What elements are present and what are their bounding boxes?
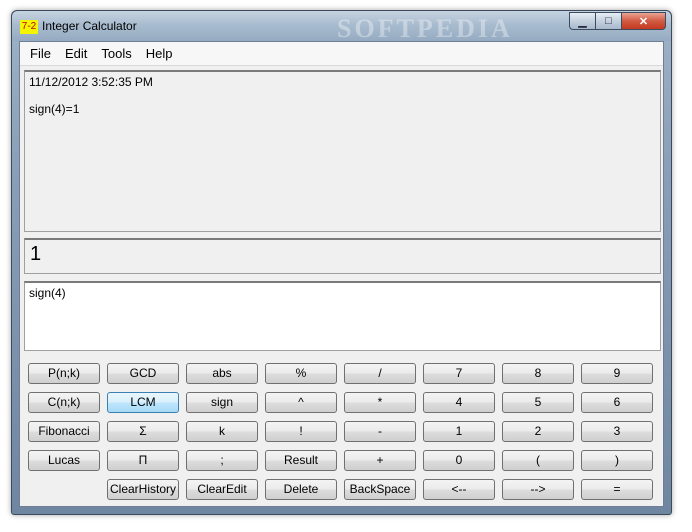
key-result-button[interactable]: Result [265, 450, 337, 471]
minimize-icon: ▁ [578, 15, 587, 28]
close-button[interactable]: ✕ [621, 12, 666, 30]
key-multiply-button[interactable]: * [344, 392, 416, 413]
key-right-arrow-button[interactable]: --> [502, 479, 574, 500]
key-digit-9-button[interactable]: 9 [581, 363, 653, 384]
key-factorial-button[interactable]: ! [265, 421, 337, 442]
key-lucas-button[interactable]: Lucas [28, 450, 100, 471]
key-digit-2-button[interactable]: 2 [502, 421, 574, 442]
key-permutation-button[interactable]: P(n;k) [28, 363, 100, 384]
client-area: File Edit Tools Help 11/12/2012 3:52:35 … [19, 41, 664, 507]
key-percent-button[interactable]: % [265, 363, 337, 384]
key-close-paren-button[interactable]: ) [581, 450, 653, 471]
title-bar[interactable]: 7-2 Integer Calculator SOFTPEDIA ▁ □ ✕ [12, 11, 671, 43]
expression-input[interactable]: sign(4) [24, 281, 661, 351]
key-sum-button[interactable]: Σ [107, 421, 179, 442]
key-delete-button[interactable]: Delete [265, 479, 337, 500]
history-timestamp: 11/12/2012 3:52:35 PM [29, 75, 153, 89]
key-digit-1-button[interactable]: 1 [423, 421, 495, 442]
window-title: Integer Calculator [42, 19, 137, 33]
result-display: 1 [24, 238, 661, 274]
key-digit-3-button[interactable]: 3 [581, 421, 653, 442]
app-window: 7-2 Integer Calculator SOFTPEDIA ▁ □ ✕ F… [11, 10, 672, 515]
key-combination-button[interactable]: C(n;k) [28, 392, 100, 413]
key-lcm-button[interactable]: LCM [107, 392, 179, 413]
maximize-button[interactable]: □ [595, 12, 622, 30]
menu-file[interactable]: File [24, 44, 57, 63]
menu-help[interactable]: Help [140, 44, 179, 63]
history-panel[interactable]: 11/12/2012 3:52:35 PM sign(4)=1 [24, 70, 661, 232]
key-sign-button[interactable]: sign [186, 392, 258, 413]
key-digit-8-button[interactable]: 8 [502, 363, 574, 384]
key-open-paren-button[interactable]: ( [502, 450, 574, 471]
key-plus-button[interactable]: + [344, 450, 416, 471]
window-controls: ▁ □ ✕ [569, 12, 666, 30]
key-gcd-button[interactable]: GCD [107, 363, 179, 384]
key-digit-6-button[interactable]: 6 [581, 392, 653, 413]
minimize-button[interactable]: ▁ [569, 12, 596, 30]
key-power-button[interactable]: ^ [265, 392, 337, 413]
softpedia-watermark: SOFTPEDIA [337, 14, 513, 43]
key-clearedit-button[interactable]: ClearEdit [186, 479, 258, 500]
key-equals-button[interactable]: = [581, 479, 653, 500]
key-product-button[interactable]: Π [107, 450, 179, 471]
key-digit-7-button[interactable]: 7 [423, 363, 495, 384]
app-icon: 7-2 [20, 20, 38, 34]
key-digit-0-button[interactable]: 0 [423, 450, 495, 471]
key-minus-button[interactable]: - [344, 421, 416, 442]
key-backspace-button[interactable]: BackSpace [344, 479, 416, 500]
history-entry: sign(4)=1 [29, 102, 80, 116]
menu-tools[interactable]: Tools [95, 44, 137, 63]
key-semicolon-button[interactable]: ; [186, 450, 258, 471]
key-clearhistory-button[interactable]: ClearHistory [107, 479, 179, 500]
key-divide-button[interactable]: / [344, 363, 416, 384]
key-fibonacci-button[interactable]: Fibonacci [28, 421, 100, 442]
close-icon: ✕ [638, 15, 649, 28]
maximize-icon: □ [605, 15, 612, 27]
key-k-button[interactable]: k [186, 421, 258, 442]
key-abs-button[interactable]: abs [186, 363, 258, 384]
key-digit-4-button[interactable]: 4 [423, 392, 495, 413]
menu-edit[interactable]: Edit [59, 44, 93, 63]
history-spacer [29, 89, 656, 102]
menu-bar: File Edit Tools Help [20, 42, 663, 66]
key-left-arrow-button[interactable]: <-- [423, 479, 495, 500]
key-digit-5-button[interactable]: 5 [502, 392, 574, 413]
